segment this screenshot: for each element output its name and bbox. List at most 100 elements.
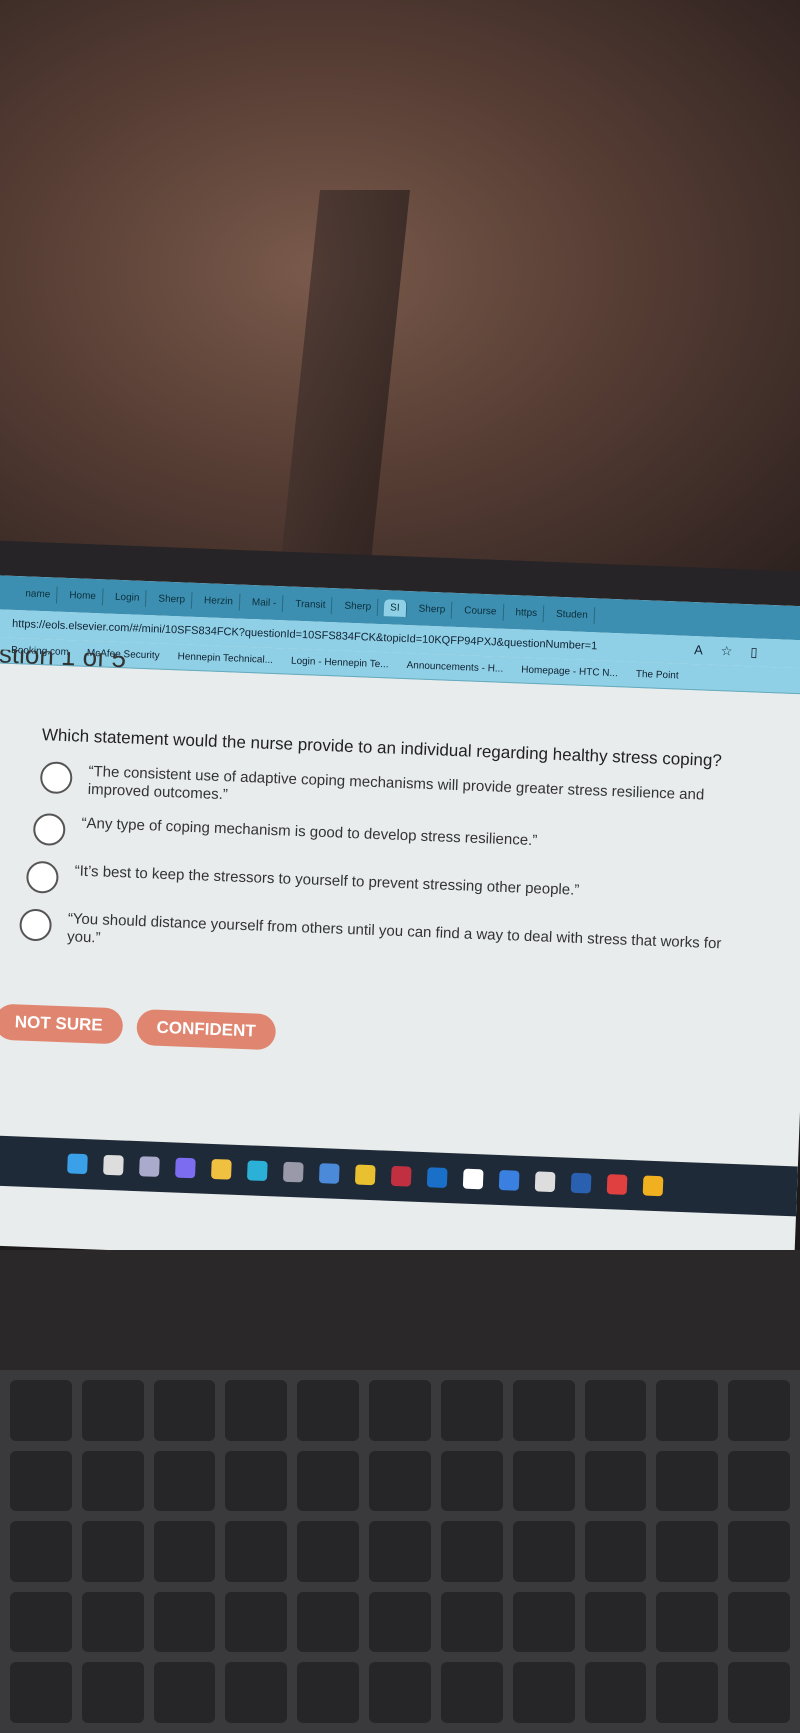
- app-icon[interactable]: [534, 1171, 556, 1193]
- shield-icon[interactable]: [642, 1175, 664, 1197]
- keyboard-key: [728, 1450, 790, 1512]
- keyboard-key: [153, 1450, 216, 1512]
- keyboard-key: [225, 1450, 288, 1512]
- keyboard-key: [10, 1380, 72, 1441]
- bookmark-item[interactable]: Hennepin Technical...: [177, 651, 273, 666]
- browser-tab[interactable]: Course: [457, 601, 504, 621]
- outlook-icon[interactable]: [426, 1167, 448, 1188]
- bookmark-item[interactable]: The Point: [636, 669, 679, 682]
- keyboard-key: [297, 1450, 360, 1512]
- keyboard-key: [10, 1591, 72, 1653]
- bookmark-item[interactable]: Announcements - H...: [406, 660, 503, 675]
- browser-tab[interactable]: Mail -: [245, 593, 284, 612]
- keyboard-key: [153, 1591, 216, 1653]
- chart-app-icon[interactable]: [318, 1163, 340, 1184]
- keyboard-key: [369, 1521, 431, 1582]
- keyboard-key: [297, 1591, 360, 1653]
- app-icon[interactable]: [606, 1174, 628, 1195]
- browser-tab[interactable]: Login: [108, 588, 147, 607]
- answer-option[interactable]: “You should distance yourself from other…: [18, 908, 800, 974]
- browser-tab[interactable]: Herzin: [197, 591, 241, 611]
- keyboard-key: [153, 1521, 216, 1582]
- keyboard-key: [584, 1591, 647, 1653]
- keyboard-key: [81, 1521, 144, 1582]
- option-text: “You should distance yourself from other…: [66, 910, 722, 953]
- keyboard-key: [440, 1450, 503, 1512]
- file-explorer-icon[interactable]: [210, 1158, 232, 1180]
- keyboard-key: [369, 1662, 431, 1723]
- keyboard-key: [225, 1521, 288, 1582]
- confident-button[interactable]: CONFIDENT: [135, 1008, 277, 1051]
- browser-tab[interactable]: SI: [383, 598, 407, 617]
- browser-tab[interactable]: Sherp: [338, 596, 379, 616]
- bookmark-item[interactable]: Homepage - HTC N...: [521, 664, 618, 679]
- keyboard-key: [225, 1591, 288, 1653]
- keyboard-key: [656, 1591, 719, 1653]
- background-wall: [0, 0, 800, 600]
- keyboard-key: [512, 1591, 575, 1653]
- keyboard-key: [512, 1380, 575, 1441]
- keyboard-key: [297, 1380, 360, 1441]
- keyboard-key: [584, 1662, 647, 1723]
- browser-tab[interactable]: name: [18, 584, 58, 604]
- keyboard-key: [512, 1450, 575, 1512]
- favorite-star-icon[interactable]: ☆: [720, 643, 733, 659]
- taskbar: [0, 1134, 798, 1217]
- keyboard-key: [728, 1591, 790, 1653]
- keyboard-key: [512, 1521, 575, 1582]
- keyboard-key: [369, 1380, 431, 1441]
- option-text: “Any type of coping mechanism is good to…: [81, 814, 538, 850]
- laptop-screen: name Home Login Sherp Herzin Mail - Transit She…: [0, 575, 800, 1277]
- keyboard-key: [728, 1380, 790, 1441]
- keyboard-key: [369, 1450, 431, 1512]
- read-aloud-icon[interactable]: A: [694, 642, 703, 658]
- keyboard-key: [584, 1380, 647, 1441]
- search-icon[interactable]: [103, 1154, 124, 1176]
- radio-button[interactable]: [18, 908, 53, 942]
- task-view-icon[interactable]: [139, 1156, 160, 1177]
- keyboard-key: [440, 1521, 503, 1582]
- copilot-icon[interactable]: [175, 1157, 196, 1179]
- keyboard-key: [10, 1521, 72, 1582]
- browser-tab[interactable]: Transit: [289, 595, 333, 614]
- laptop-bezel: [0, 1250, 800, 1370]
- keyboard-key: [728, 1521, 790, 1582]
- keyboard-key: [81, 1662, 144, 1723]
- keyboard-key: [656, 1380, 719, 1441]
- keyboard-key: [81, 1380, 144, 1441]
- keyboard-key: [297, 1521, 360, 1582]
- option-text: “It’s best to keep the stressors to your…: [74, 862, 580, 899]
- keyboard-key: [512, 1662, 575, 1723]
- edge-icon[interactable]: [246, 1160, 268, 1182]
- keyboard-key: [153, 1380, 216, 1441]
- bookmark-item[interactable]: Login - Hennepin Te...: [291, 656, 389, 671]
- keyboard-key: [440, 1380, 503, 1441]
- mcafee-icon[interactable]: [390, 1165, 412, 1187]
- keyboard-key: [656, 1521, 719, 1582]
- word-icon[interactable]: [570, 1172, 592, 1194]
- browser-tab[interactable]: Home: [62, 586, 104, 605]
- keyboard: [0, 1370, 800, 1733]
- keyboard-key: [225, 1662, 288, 1723]
- keyboard-key: [81, 1591, 144, 1653]
- browser-tab[interactable]: Sherp: [152, 589, 193, 609]
- split-screen-icon[interactable]: ▯: [750, 644, 758, 660]
- browser-tab[interactable]: Sherp: [412, 599, 453, 619]
- amazon-icon[interactable]: [462, 1168, 484, 1190]
- radio-button[interactable]: [32, 812, 66, 847]
- keyboard-key: [440, 1591, 503, 1653]
- app-icon[interactable]: [498, 1169, 520, 1191]
- not-sure-button[interactable]: NOT SURE: [0, 1003, 124, 1045]
- windows-icon[interactable]: [67, 1153, 88, 1175]
- radio-button[interactable]: [25, 860, 60, 894]
- browser-tab[interactable]: https: [509, 603, 545, 622]
- chrome-icon[interactable]: [354, 1164, 376, 1186]
- store-icon[interactable]: [282, 1161, 304, 1183]
- keyboard-key: [728, 1662, 790, 1723]
- keyboard-key: [656, 1450, 719, 1512]
- browser-tab[interactable]: Studen: [549, 605, 596, 624]
- radio-button[interactable]: [39, 761, 73, 795]
- keyboard-key: [656, 1662, 719, 1723]
- keyboard-key: [153, 1662, 216, 1723]
- keyboard-key: [440, 1662, 503, 1723]
